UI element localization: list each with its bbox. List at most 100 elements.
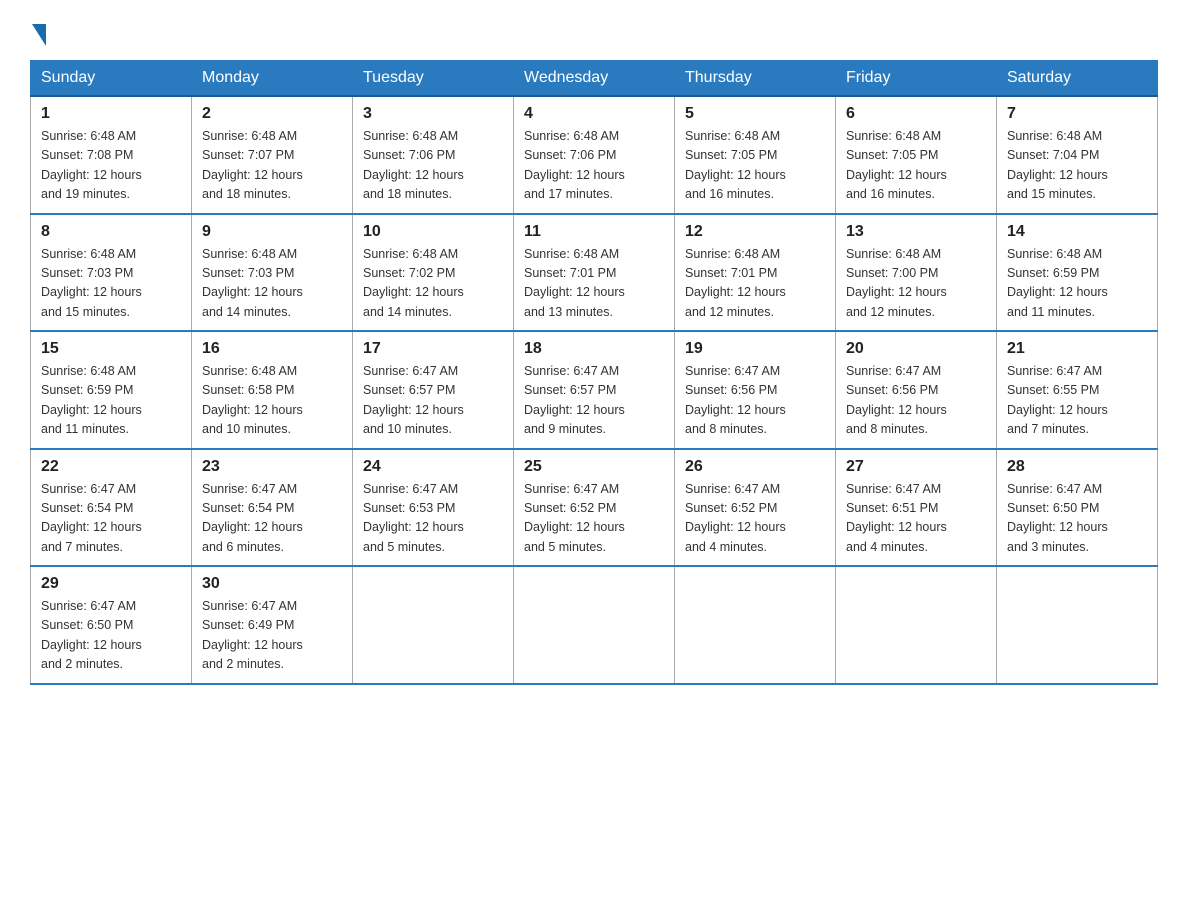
day-info: Sunrise: 6:47 AMSunset: 6:52 PMDaylight:…: [524, 482, 625, 554]
day-info: Sunrise: 6:48 AMSunset: 7:07 PMDaylight:…: [202, 129, 303, 201]
day-number: 12: [685, 223, 825, 241]
day-number: 11: [524, 223, 664, 241]
day-number: 20: [846, 340, 986, 358]
calendar-table: SundayMondayTuesdayWednesdayThursdayFrid…: [30, 60, 1158, 685]
week-row-2: 8 Sunrise: 6:48 AMSunset: 7:03 PMDaylight…: [31, 214, 1158, 332]
day-info: Sunrise: 6:48 AMSunset: 6:58 PMDaylight:…: [202, 364, 303, 436]
col-header-tuesday: Tuesday: [353, 61, 514, 97]
day-info: Sunrise: 6:48 AMSunset: 7:05 PMDaylight:…: [846, 129, 947, 201]
day-info: Sunrise: 6:47 AMSunset: 6:55 PMDaylight:…: [1007, 364, 1108, 436]
calendar-cell: 24 Sunrise: 6:47 AMSunset: 6:53 PMDayligh…: [353, 449, 514, 567]
week-row-1: 1 Sunrise: 6:48 AMSunset: 7:08 PMDaylight…: [31, 96, 1158, 214]
day-number: 30: [202, 575, 342, 593]
col-header-wednesday: Wednesday: [514, 61, 675, 97]
col-header-monday: Monday: [192, 61, 353, 97]
calendar-cell: 7Sunrise: 6:48 AMSunset: 7:04 PMDaylight…: [997, 96, 1158, 214]
calendar-cell: 19 Sunrise: 6:47 AMSunset: 6:56 PMDayligh…: [675, 331, 836, 449]
day-number: 4: [524, 105, 664, 123]
calendar-cell: 26 Sunrise: 6:47 AMSunset: 6:52 PMDayligh…: [675, 449, 836, 567]
day-info: Sunrise: 6:47 AMSunset: 6:56 PMDaylight:…: [846, 364, 947, 436]
day-number: 28: [1007, 458, 1147, 476]
day-info: Sunrise: 6:48 AMSunset: 7:05 PMDaylight:…: [685, 129, 786, 201]
day-info: Sunrise: 6:48 AMSunset: 7:02 PMDaylight:…: [363, 247, 464, 319]
calendar-cell: 5 Sunrise: 6:48 AMSunset: 7:05 PMDaylight…: [675, 96, 836, 214]
day-info: Sunrise: 6:47 AMSunset: 6:53 PMDaylight:…: [363, 482, 464, 554]
day-number: 27: [846, 458, 986, 476]
calendar-cell: [353, 566, 514, 684]
day-number: 16: [202, 340, 342, 358]
calendar-cell: 30 Sunrise: 6:47 AMSunset: 6:49 PMDayligh…: [192, 566, 353, 684]
calendar-cell: 6 Sunrise: 6:48 AMSunset: 7:05 PMDaylight…: [836, 96, 997, 214]
day-number: 10: [363, 223, 503, 241]
day-number: 15: [41, 340, 181, 358]
day-number: 17: [363, 340, 503, 358]
day-info: Sunrise: 6:48 AMSunset: 7:03 PMDaylight:…: [202, 247, 303, 319]
calendar-cell: 18 Sunrise: 6:47 AMSunset: 6:57 PMDayligh…: [514, 331, 675, 449]
day-info: Sunrise: 6:47 AMSunset: 6:57 PMDaylight:…: [363, 364, 464, 436]
day-number: 3: [363, 105, 503, 123]
calendar-cell: [997, 566, 1158, 684]
day-number: 18: [524, 340, 664, 358]
week-row-3: 15 Sunrise: 6:48 AMSunset: 6:59 PMDayligh…: [31, 331, 1158, 449]
calendar-cell: 28 Sunrise: 6:47 AMSunset: 6:50 PMDayligh…: [997, 449, 1158, 567]
calendar-cell: 22Sunrise: 6:47 AMSunset: 6:54 PMDayligh…: [31, 449, 192, 567]
calendar-cell: 15 Sunrise: 6:48 AMSunset: 6:59 PMDayligh…: [31, 331, 192, 449]
day-number: 21: [1007, 340, 1147, 358]
day-info: Sunrise: 6:47 AMSunset: 6:56 PMDaylight:…: [685, 364, 786, 436]
calendar-cell: 1 Sunrise: 6:48 AMSunset: 7:08 PMDaylight…: [31, 96, 192, 214]
col-header-friday: Friday: [836, 61, 997, 97]
day-info: Sunrise: 6:48 AMSunset: 7:06 PMDaylight:…: [363, 129, 464, 201]
day-number: 23: [202, 458, 342, 476]
day-number: 1: [41, 105, 181, 123]
calendar-cell: 8 Sunrise: 6:48 AMSunset: 7:03 PMDaylight…: [31, 214, 192, 332]
day-number: 26: [685, 458, 825, 476]
calendar-cell: 10 Sunrise: 6:48 AMSunset: 7:02 PMDayligh…: [353, 214, 514, 332]
day-info: Sunrise: 6:48 AMSunset: 7:06 PMDaylight:…: [524, 129, 625, 201]
day-number: 24: [363, 458, 503, 476]
calendar-cell: 25Sunrise: 6:47 AMSunset: 6:52 PMDayligh…: [514, 449, 675, 567]
calendar-cell: 4 Sunrise: 6:48 AMSunset: 7:06 PMDaylight…: [514, 96, 675, 214]
day-info: Sunrise: 6:47 AMSunset: 6:50 PMDaylight:…: [41, 599, 142, 671]
calendar-cell: 3 Sunrise: 6:48 AMSunset: 7:06 PMDaylight…: [353, 96, 514, 214]
day-info: Sunrise: 6:48 AMSunset: 6:59 PMDaylight:…: [1007, 247, 1108, 319]
day-info: Sunrise: 6:47 AMSunset: 6:54 PMDaylight:…: [202, 482, 303, 554]
day-info: Sunrise: 6:48 AMSunset: 7:03 PMDaylight:…: [41, 247, 142, 319]
col-header-saturday: Saturday: [997, 61, 1158, 97]
day-number: 9: [202, 223, 342, 241]
calendar-cell: 12 Sunrise: 6:48 AMSunset: 7:01 PMDayligh…: [675, 214, 836, 332]
day-info: Sunrise: 6:48 AMSunset: 7:00 PMDaylight:…: [846, 247, 947, 319]
logo-arrow-icon: [32, 24, 46, 46]
calendar-cell: 16 Sunrise: 6:48 AMSunset: 6:58 PMDayligh…: [192, 331, 353, 449]
col-header-thursday: Thursday: [675, 61, 836, 97]
calendar-cell: 14 Sunrise: 6:48 AMSunset: 6:59 PMDayligh…: [997, 214, 1158, 332]
day-info: Sunrise: 6:47 AMSunset: 6:52 PMDaylight:…: [685, 482, 786, 554]
day-number: 29: [41, 575, 181, 593]
day-info: Sunrise: 6:48 AMSunset: 6:59 PMDaylight:…: [41, 364, 142, 436]
calendar-header-row: SundayMondayTuesdayWednesdayThursdayFrid…: [31, 61, 1158, 97]
day-number: 5: [685, 105, 825, 123]
col-header-sunday: Sunday: [31, 61, 192, 97]
calendar-cell: 2Sunrise: 6:48 AMSunset: 7:07 PMDaylight…: [192, 96, 353, 214]
day-info: Sunrise: 6:47 AMSunset: 6:57 PMDaylight:…: [524, 364, 625, 436]
calendar-cell: 9 Sunrise: 6:48 AMSunset: 7:03 PMDaylight…: [192, 214, 353, 332]
day-number: 13: [846, 223, 986, 241]
calendar-cell: [836, 566, 997, 684]
day-info: Sunrise: 6:48 AMSunset: 7:01 PMDaylight:…: [524, 247, 625, 319]
day-number: 8: [41, 223, 181, 241]
calendar-cell: 29 Sunrise: 6:47 AMSunset: 6:50 PMDayligh…: [31, 566, 192, 684]
page-header: [30, 20, 1158, 42]
day-number: 22: [41, 458, 181, 476]
day-info: Sunrise: 6:47 AMSunset: 6:50 PMDaylight:…: [1007, 482, 1108, 554]
calendar-cell: [675, 566, 836, 684]
day-number: 6: [846, 105, 986, 123]
day-info: Sunrise: 6:47 AMSunset: 6:51 PMDaylight:…: [846, 482, 947, 554]
logo: [30, 20, 46, 42]
day-info: Sunrise: 6:48 AMSunset: 7:08 PMDaylight:…: [41, 129, 142, 201]
day-number: 14: [1007, 223, 1147, 241]
day-info: Sunrise: 6:48 AMSunset: 7:01 PMDaylight:…: [685, 247, 786, 319]
calendar-cell: 13 Sunrise: 6:48 AMSunset: 7:00 PMDayligh…: [836, 214, 997, 332]
day-info: Sunrise: 6:48 AMSunset: 7:04 PMDaylight:…: [1007, 129, 1108, 201]
day-info: Sunrise: 6:47 AMSunset: 6:49 PMDaylight:…: [202, 599, 303, 671]
day-number: 19: [685, 340, 825, 358]
week-row-5: 29 Sunrise: 6:47 AMSunset: 6:50 PMDayligh…: [31, 566, 1158, 684]
